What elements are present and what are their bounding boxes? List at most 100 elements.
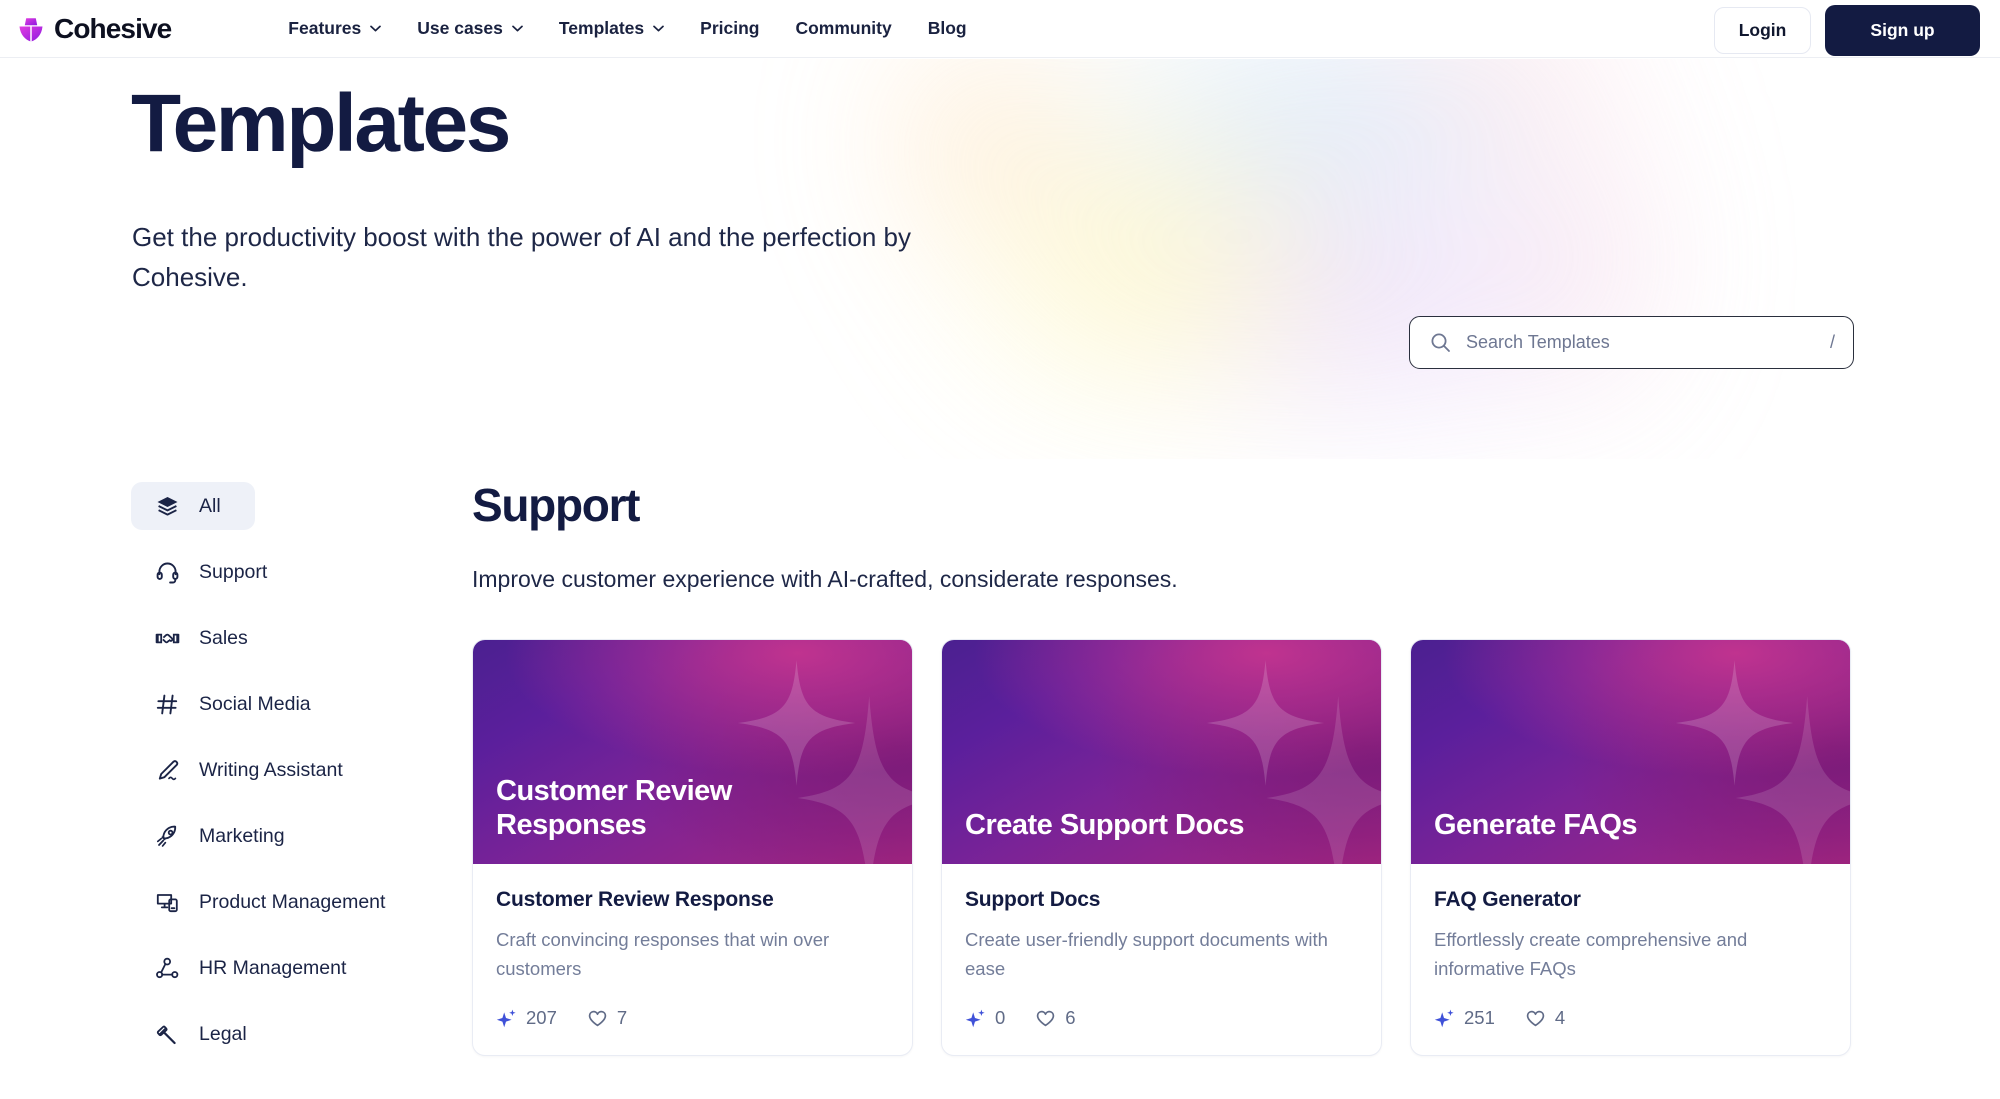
sidebar-label: Writing Assistant xyxy=(199,758,343,781)
sidebar-item-social-media[interactable]: Social Media xyxy=(131,680,335,728)
card-body: FAQ Generator Effortlessly create compre… xyxy=(1411,864,1850,1055)
section-title: Support xyxy=(472,479,641,531)
nav-item-templates[interactable]: Templates xyxy=(541,10,682,47)
cohesive-ship-logo-icon xyxy=(19,17,43,42)
sidebar-label: Legal xyxy=(199,1022,247,1045)
sidebar-item-writing-assistant[interactable]: Writing Assistant xyxy=(131,746,367,794)
header-actions: Login Sign up xyxy=(1714,5,1980,56)
hero-gradient-decoration xyxy=(820,59,1720,459)
devices-icon xyxy=(156,893,178,912)
chevron-down-icon xyxy=(512,25,523,32)
sidebar-label: Marketing xyxy=(199,824,285,847)
uses-count: 0 xyxy=(995,1007,1006,1028)
card-description: Craft convincing responses that win over… xyxy=(496,929,830,979)
card-thumbnail-title: Generate FAQs xyxy=(1434,808,1638,841)
card-title: FAQ Generator xyxy=(1434,888,1581,911)
likes-count: 6 xyxy=(1065,1007,1076,1028)
search-templates-box[interactable]: / xyxy=(1409,316,1854,369)
gavel-icon xyxy=(156,1025,176,1044)
nav-label: Community xyxy=(795,18,892,38)
card-stats: 251 4 xyxy=(1434,1007,1827,1029)
card-thumbnail: Generate FAQs xyxy=(1411,640,1850,864)
login-button[interactable]: Login xyxy=(1714,7,1811,54)
sparkle-icon xyxy=(496,1009,516,1027)
chevron-down-icon xyxy=(653,25,665,32)
pen-icon xyxy=(158,759,179,780)
page-title: Templates xyxy=(131,78,511,169)
sidebar-item-legal[interactable]: Legal xyxy=(131,1010,271,1058)
page-subtitle: Get the productivity boost with the powe… xyxy=(132,222,912,292)
handshake-icon xyxy=(155,633,180,643)
nav-label: Templates xyxy=(558,18,645,38)
uses-stat: 251 xyxy=(1434,1007,1495,1029)
card-description: Create user-friendly support documents w… xyxy=(965,929,1328,979)
sidebar-label: Product Management xyxy=(199,890,386,913)
nav-item-community[interactable]: Community xyxy=(777,10,909,47)
uses-count: 207 xyxy=(526,1007,557,1028)
sidebar-label: Social Media xyxy=(199,692,311,715)
sidebar-label: HR Management xyxy=(199,956,347,979)
card-title: Support Docs xyxy=(965,888,1101,911)
sidebar-label: All xyxy=(199,494,221,517)
sparkle-icon xyxy=(965,1009,985,1027)
heart-icon xyxy=(1526,1010,1545,1026)
search-input[interactable] xyxy=(1466,332,1822,353)
hashtag-icon xyxy=(156,694,178,714)
nav-label: Use cases xyxy=(417,18,503,38)
card-stats: 207 7 xyxy=(496,1007,889,1029)
section-subtitle: Improve customer experience with AI-craf… xyxy=(472,566,1178,592)
nav-item-blog[interactable]: Blog xyxy=(910,10,985,47)
search-icon xyxy=(1431,333,1450,352)
card-description: Effortlessly create comprehensive and in… xyxy=(1434,929,1748,979)
heart-icon xyxy=(1037,1010,1055,1026)
card-stats: 0 6 xyxy=(965,1007,1358,1029)
card-thumbnail-title: Create Support Docs xyxy=(965,808,1244,841)
card-title: Customer Review Response xyxy=(496,888,774,911)
card-thumbnail: Create Support Docs xyxy=(942,640,1381,864)
site-header: Cohesive Features Use cases Templates Pr… xyxy=(0,0,2000,58)
search-shortcut-hint: / xyxy=(1829,332,1835,352)
nav-item-features[interactable]: Features xyxy=(270,10,399,47)
sidebar-item-product-management[interactable]: Product Management xyxy=(131,878,409,926)
card-thumbnail: Customer Review Responses xyxy=(473,640,912,864)
sidebar-item-marketing[interactable]: Marketing xyxy=(131,812,309,860)
brand-logo[interactable]: Cohesive xyxy=(14,12,172,46)
card-thumbnail-title: Customer Review Responses xyxy=(496,774,732,841)
headset-icon xyxy=(156,562,179,583)
likes-stat[interactable]: 6 xyxy=(1035,1007,1076,1029)
layers-icon xyxy=(157,496,178,516)
sidebar-label: Support xyxy=(199,560,268,583)
signup-button[interactable]: Sign up xyxy=(1825,5,1980,56)
likes-stat[interactable]: 7 xyxy=(587,1007,627,1029)
heart-icon xyxy=(588,1010,607,1026)
nav-label: Pricing xyxy=(700,18,760,38)
nav-item-use-cases[interactable]: Use cases xyxy=(399,10,541,47)
template-card[interactable]: Customer Review Responses Customer Revie… xyxy=(472,639,913,1056)
uses-stat: 207 xyxy=(496,1007,557,1029)
nav-label: Features xyxy=(288,18,362,38)
network-users-icon xyxy=(156,957,179,978)
uses-stat: 0 xyxy=(965,1007,1005,1029)
sparkle-icon xyxy=(1434,1009,1454,1027)
sidebar-item-support[interactable]: Support xyxy=(131,548,291,596)
brand-name: Cohesive xyxy=(54,12,172,44)
likes-count: 7 xyxy=(616,1007,628,1028)
likes-stat[interactable]: 4 xyxy=(1525,1007,1565,1029)
likes-count: 4 xyxy=(1554,1007,1566,1028)
card-body: Support Docs Create user-friendly suppor… xyxy=(942,864,1381,1055)
chevron-down-icon xyxy=(370,25,382,32)
card-body: Customer Review Response Craft convincin… xyxy=(473,864,912,1055)
sidebar-item-all[interactable]: All xyxy=(131,482,255,530)
sidebar-label: Sales xyxy=(199,626,248,649)
sidebar-item-sales[interactable]: Sales xyxy=(131,614,272,662)
templates-main: Support Improve customer experience with… xyxy=(472,482,1872,1056)
template-card[interactable]: Create Support Docs Support Docs Create … xyxy=(941,639,1382,1056)
sidebar-item-hr-management[interactable]: HR Management xyxy=(131,944,370,992)
nav-label: Blog xyxy=(927,18,967,38)
uses-count: 251 xyxy=(1464,1007,1495,1028)
category-sidebar: All Support Sales Social Media Writing A… xyxy=(131,482,421,1076)
nav-item-pricing[interactable]: Pricing xyxy=(682,10,777,47)
template-card[interactable]: Generate FAQs FAQ Generator Effortlessly… xyxy=(1410,639,1851,1056)
rocket-icon xyxy=(156,825,177,847)
template-card-grid: Customer Review Responses Customer Revie… xyxy=(472,639,1872,1056)
